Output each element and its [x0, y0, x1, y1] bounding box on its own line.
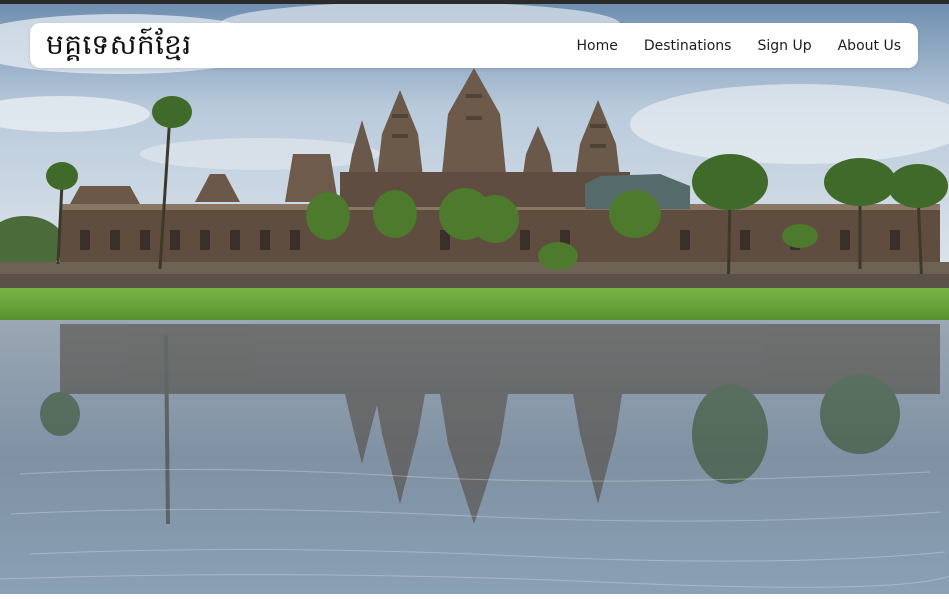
top-navbar: មគ្គទេសក៍ខ្មែរ Home Destinations Sign Up…	[30, 23, 918, 68]
page-bottom-strip	[0, 594, 949, 599]
nav-links: Home Destinations Sign Up About Us	[551, 23, 902, 68]
site-logo[interactable]: មគ្គទេសក៍ខ្មែរ	[46, 27, 192, 63]
nav-destinations-link[interactable]: Destinations	[644, 38, 732, 54]
hero-image	[0, 4, 949, 594]
nav-home-link[interactable]: Home	[577, 38, 618, 54]
nav-about-link[interactable]: About Us	[838, 38, 901, 54]
nav-signup-link[interactable]: Sign Up	[757, 38, 811, 54]
